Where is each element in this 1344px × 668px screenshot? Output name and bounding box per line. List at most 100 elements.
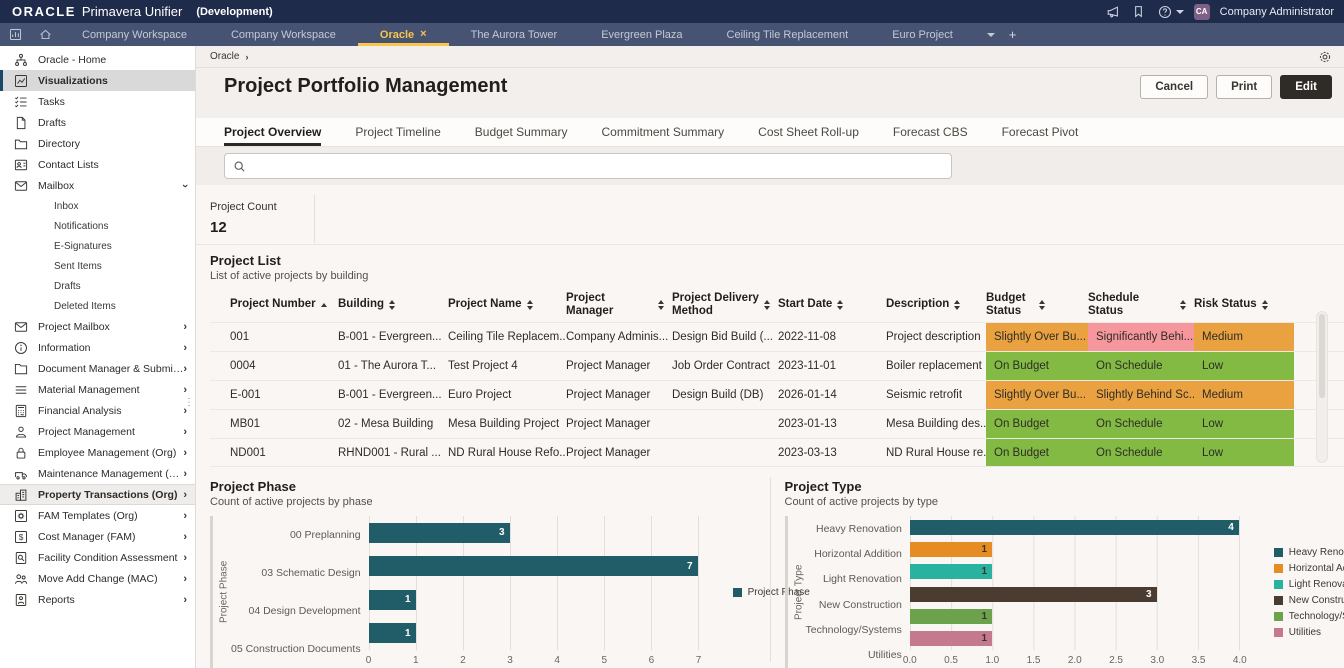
sort-icon[interactable] <box>658 300 664 310</box>
workspace-tab-the-aurora-tower-3[interactable]: The Aurora Tower <box>449 23 580 46</box>
workspace-tab-company-workspace-0[interactable]: Company Workspace <box>60 23 209 46</box>
workspace-tab-oracle-2[interactable]: Oracle× <box>358 23 449 46</box>
tab-forecast-cbs[interactable]: Forecast CBS <box>893 118 968 146</box>
tab-commitment-summary[interactable]: Commitment Summary <box>601 118 724 146</box>
visualizations-icon[interactable] <box>0 23 30 46</box>
column-header-start-date[interactable]: Start Date <box>778 298 886 311</box>
sidebar-item-employee-management-org[interactable]: Employee Management (Org)› <box>0 442 195 463</box>
column-header-schedule-status[interactable]: Schedule Status <box>1088 292 1194 318</box>
sidebar-subitem-sent-items[interactable]: Sent Items <box>0 256 195 276</box>
column-header-budget-status[interactable]: Budget Status <box>986 292 1088 318</box>
sidebar-subitem-deleted-items[interactable]: Deleted Items <box>0 296 195 316</box>
table-row[interactable]: 001B-001 - Evergreen...Ceiling Tile Repl… <box>210 322 1344 351</box>
sidebar-item-cost-manager-fam[interactable]: $Cost Manager (FAM)› <box>0 526 195 547</box>
announcements-icon[interactable] <box>1105 4 1121 20</box>
sidebar-subitem-drafts[interactable]: Drafts <box>0 276 195 296</box>
sidebar-item-material-management[interactable]: Material Management› <box>0 379 195 400</box>
sort-icon[interactable] <box>1039 300 1045 310</box>
column-header-project-delivery-method[interactable]: Project Delivery Method <box>672 292 778 318</box>
cell-delivery-method <box>672 439 778 466</box>
sort-icon[interactable] <box>837 300 843 310</box>
sidebar-subitem-inbox[interactable]: Inbox <box>0 196 195 216</box>
edit-button[interactable]: Edit <box>1280 75 1332 99</box>
sidebar-item-move-add-change-mac[interactable]: Move Add Change (MAC)› <box>0 568 195 589</box>
search-box[interactable] <box>224 153 952 179</box>
column-header-description[interactable]: Description <box>886 298 986 311</box>
tab-cost-sheet-roll-up[interactable]: Cost Sheet Roll-up <box>758 118 859 146</box>
sidebar-item-facility-condition-assessment[interactable]: Facility Condition Assessment› <box>0 547 195 568</box>
sidebar-subitem-e-signatures[interactable]: E-Signatures <box>0 236 195 256</box>
sidebar-item-financial-analysis[interactable]: Financial Analysis› <box>0 400 195 421</box>
sort-icon[interactable] <box>1180 300 1186 310</box>
workspace-tab-company-workspace-1[interactable]: Company Workspace <box>209 23 358 46</box>
sort-icon[interactable] <box>1262 300 1268 310</box>
sidebar-item-property-transactions-org[interactable]: Property Transactions (Org)› <box>0 484 195 505</box>
bar-new-construction[interactable]: 3 <box>910 587 1157 602</box>
plus-icon[interactable]: + <box>1009 27 1017 42</box>
table-scrollbar[interactable] <box>1316 311 1328 463</box>
workspace-tab-evergreen-plaza-4[interactable]: Evergreen Plaza <box>579 23 704 46</box>
sidebar-item-project-mailbox[interactable]: Project Mailbox› <box>0 316 195 337</box>
chevron-down-icon[interactable] <box>987 33 995 37</box>
user-name[interactable]: Company Administrator <box>1220 6 1334 18</box>
workspace-tab-euro-project-6[interactable]: Euro Project <box>870 23 975 46</box>
sidebar-resize-handle[interactable]: ⋮ <box>184 401 194 404</box>
column-header-risk-status[interactable]: Risk Status <box>1194 298 1294 311</box>
bar-light-renovation[interactable]: 1 <box>910 564 992 579</box>
bar-technology-systems[interactable]: 1 <box>910 609 992 624</box>
sort-icon[interactable] <box>321 303 327 307</box>
tab-project-overview[interactable]: Project Overview <box>224 118 321 146</box>
column-header-project-name[interactable]: Project Name <box>448 298 566 311</box>
sidebar-item-mailbox[interactable]: Mailbox› <box>0 175 195 196</box>
table-row[interactable]: 000401 - The Aurora T...Test Project 4Pr… <box>210 351 1344 380</box>
help-icon[interactable] <box>1157 4 1173 20</box>
bar-04-design-development[interactable]: 1 <box>369 590 416 610</box>
column-header-project-manager[interactable]: Project Manager <box>566 292 672 318</box>
table-row[interactable]: MB0102 - Mesa BuildingMesa Building Proj… <box>210 409 1344 438</box>
close-tab-icon[interactable]: × <box>420 29 426 40</box>
breadcrumb[interactable]: Oracle › <box>210 51 248 62</box>
help-menu[interactable] <box>1157 4 1184 20</box>
user-avatar[interactable]: CA <box>1194 4 1210 20</box>
cancel-button[interactable]: Cancel <box>1140 75 1208 99</box>
search-input[interactable] <box>252 155 943 177</box>
tab-forecast-pivot[interactable]: Forecast Pivot <box>1002 118 1079 146</box>
table-row[interactable]: ND001RHND001 - Rural ...ND Rural House R… <box>210 438 1344 467</box>
sidebar-item-project-management[interactable]: Project Management› <box>0 421 195 442</box>
column-header-project-number[interactable]: Project Number <box>230 298 338 311</box>
sidebar-item-information[interactable]: Information› <box>0 337 195 358</box>
bar-05-construction-documents[interactable]: 1 <box>369 623 416 643</box>
print-button[interactable]: Print <box>1216 75 1272 99</box>
tab-project-timeline[interactable]: Project Timeline <box>355 118 440 146</box>
bar-utilities[interactable]: 1 <box>910 631 992 646</box>
sidebar-subitem-notifications[interactable]: Notifications <box>0 216 195 236</box>
sidebar-item-maintenance-management-org[interactable]: Maintenance Management (Org)› <box>0 463 195 484</box>
bar-heavy-renovation[interactable]: 4 <box>910 520 1239 535</box>
column-header-building[interactable]: Building <box>338 298 448 311</box>
sidebar-item-directory[interactable]: Directory <box>0 133 195 154</box>
sidebar-item-contact-lists[interactable]: Contact Lists <box>0 154 195 175</box>
sidebar-item-document-manager-submittals[interactable]: Document Manager & Submittals› <box>0 358 195 379</box>
sort-icon[interactable] <box>527 300 533 310</box>
sidebar-item-fam-templates-org[interactable]: FAM Templates (Org)› <box>0 505 195 526</box>
sidebar-item-tasks[interactable]: Tasks <box>0 91 195 112</box>
bookmark-icon[interactable] <box>1131 4 1147 20</box>
bar-horizontal-addition[interactable]: 1 <box>910 542 992 557</box>
table-row[interactable]: E-001B-001 - Evergreen...Euro ProjectPro… <box>210 380 1344 409</box>
tab-budget-summary[interactable]: Budget Summary <box>475 118 568 146</box>
gear-icon[interactable] <box>1318 50 1332 64</box>
sidebar-item-reports[interactable]: Reports› <box>0 589 195 610</box>
workspace-tab-ceiling-tile-replacement-5[interactable]: Ceiling Tile Replacement <box>705 23 871 46</box>
bar-00-preplanning[interactable]: 3 <box>369 523 510 543</box>
sidebar-item-visualizations[interactable]: Visualizations <box>0 70 195 91</box>
home-icon[interactable] <box>30 23 60 46</box>
sort-desc-arrow <box>1039 306 1045 310</box>
sort-icon[interactable] <box>764 300 770 310</box>
sidebar-item-drafts[interactable]: Drafts <box>0 112 195 133</box>
sort-icon[interactable] <box>954 300 960 310</box>
breadcrumb-item[interactable]: Oracle <box>210 51 239 62</box>
sidebar-item-oracle-home[interactable]: Oracle - Home <box>0 49 195 70</box>
table-scrollbar-thumb[interactable] <box>1319 314 1325 398</box>
bar-03-schematic-design[interactable]: 7 <box>369 556 698 576</box>
sort-icon[interactable] <box>389 300 395 310</box>
